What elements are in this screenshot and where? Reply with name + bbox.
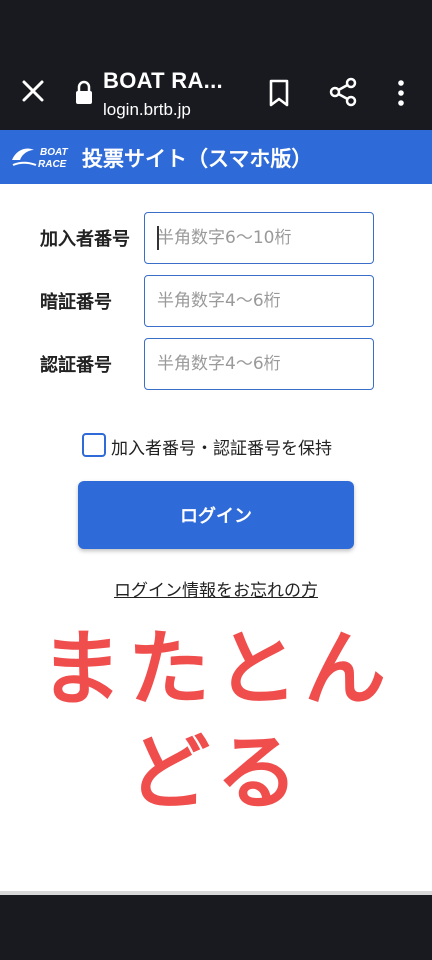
- svg-text:RACE: RACE: [38, 159, 67, 170]
- bookmark-icon[interactable]: [266, 78, 292, 108]
- remember-checkbox[interactable]: [82, 433, 106, 457]
- lock-icon: [76, 80, 92, 104]
- auth-number-row: 認証番号: [0, 338, 432, 390]
- forgot-login-link[interactable]: ログイン情報をお忘れの方: [0, 576, 432, 601]
- page-url[interactable]: login.brtb.jp: [103, 100, 191, 120]
- login-button[interactable]: ログイン: [78, 481, 354, 549]
- site-header: BOAT RACE 投票サイト（スマホ版）: [0, 130, 432, 184]
- member-number-input[interactable]: [144, 212, 374, 264]
- page-title: BOAT RA...: [103, 68, 223, 93]
- auth-number-label: 認証番号: [40, 355, 112, 376]
- member-number-label: 加入者番号: [40, 229, 130, 250]
- boat-race-logo: BOAT RACE: [12, 147, 68, 170]
- pin-label: 暗証番号: [40, 292, 112, 313]
- more-options-icon[interactable]: [392, 78, 410, 108]
- header-title: 投票サイト（スマホ版）: [82, 147, 313, 171]
- pin-input[interactable]: [144, 275, 374, 327]
- pin-row: 暗証番号: [0, 275, 432, 327]
- svg-text:BOAT: BOAT: [40, 147, 68, 158]
- system-nav-bar: [0, 895, 432, 960]
- close-icon[interactable]: [18, 76, 48, 106]
- status-bar: [0, 0, 432, 56]
- overlay-caption: またとんどる: [39, 622, 392, 821]
- remember-label[interactable]: 加入者番号・認証番号を保持: [111, 434, 332, 459]
- share-icon[interactable]: [328, 77, 358, 107]
- auth-number-input[interactable]: [144, 338, 374, 390]
- member-number-row: 加入者番号: [0, 212, 432, 264]
- text-cursor: [157, 226, 159, 250]
- browser-toolbar: BOAT RA... login.brtb.jp: [0, 56, 432, 130]
